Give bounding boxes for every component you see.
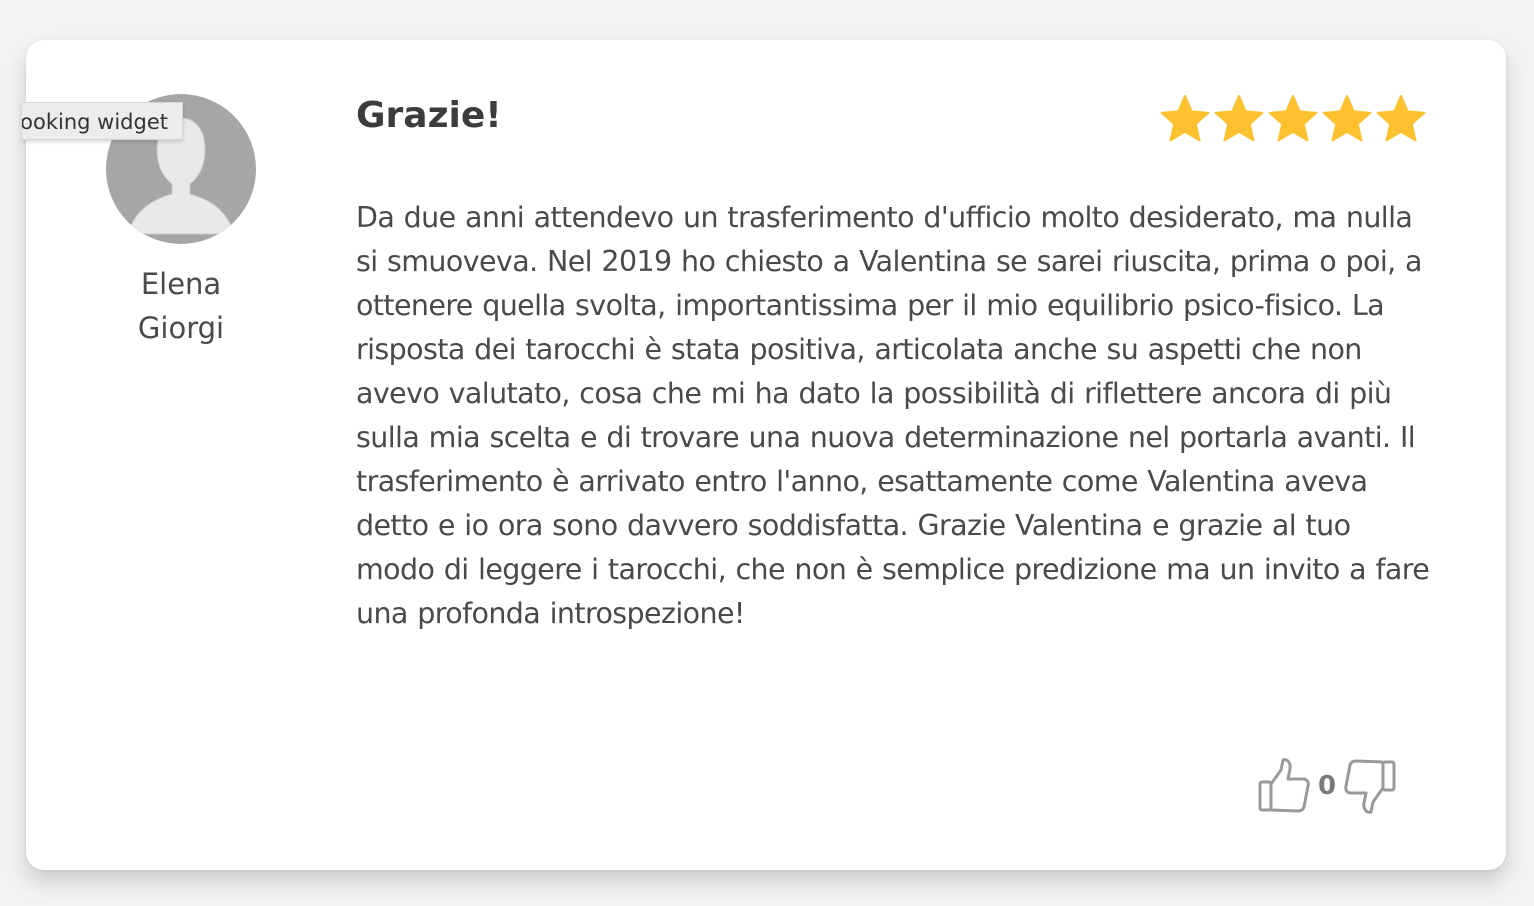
reviewer-first-name: Elena (140, 267, 222, 301)
star-icon (1160, 95, 1210, 142)
star-icon (1376, 95, 1426, 142)
reviewer-name: Elena Giorgi (86, 262, 276, 350)
star-icon (1214, 95, 1264, 142)
review-title: Grazie! (356, 95, 502, 136)
star-rating (1159, 93, 1427, 145)
review-body: Da due anni attendevo un trasferimento d… (356, 201, 1430, 630)
star-icon (1268, 95, 1318, 142)
thumbs-down-button[interactable] (1342, 756, 1398, 816)
vote-count: 0 (1317, 771, 1337, 801)
review-card: Booking widget Elena Giorgi Grazie! Da d… (22, 40, 1506, 870)
thumbs-down-icon (1344, 759, 1396, 814)
review-votes: 0 (1256, 756, 1398, 816)
star-icon (1322, 95, 1372, 142)
thumbs-up-icon (1258, 758, 1310, 813)
booking-widget-tooltip: Booking widget (22, 102, 183, 140)
thumbs-up-button[interactable] (1256, 756, 1312, 816)
reviewer-last-name: Giorgi (137, 311, 225, 345)
